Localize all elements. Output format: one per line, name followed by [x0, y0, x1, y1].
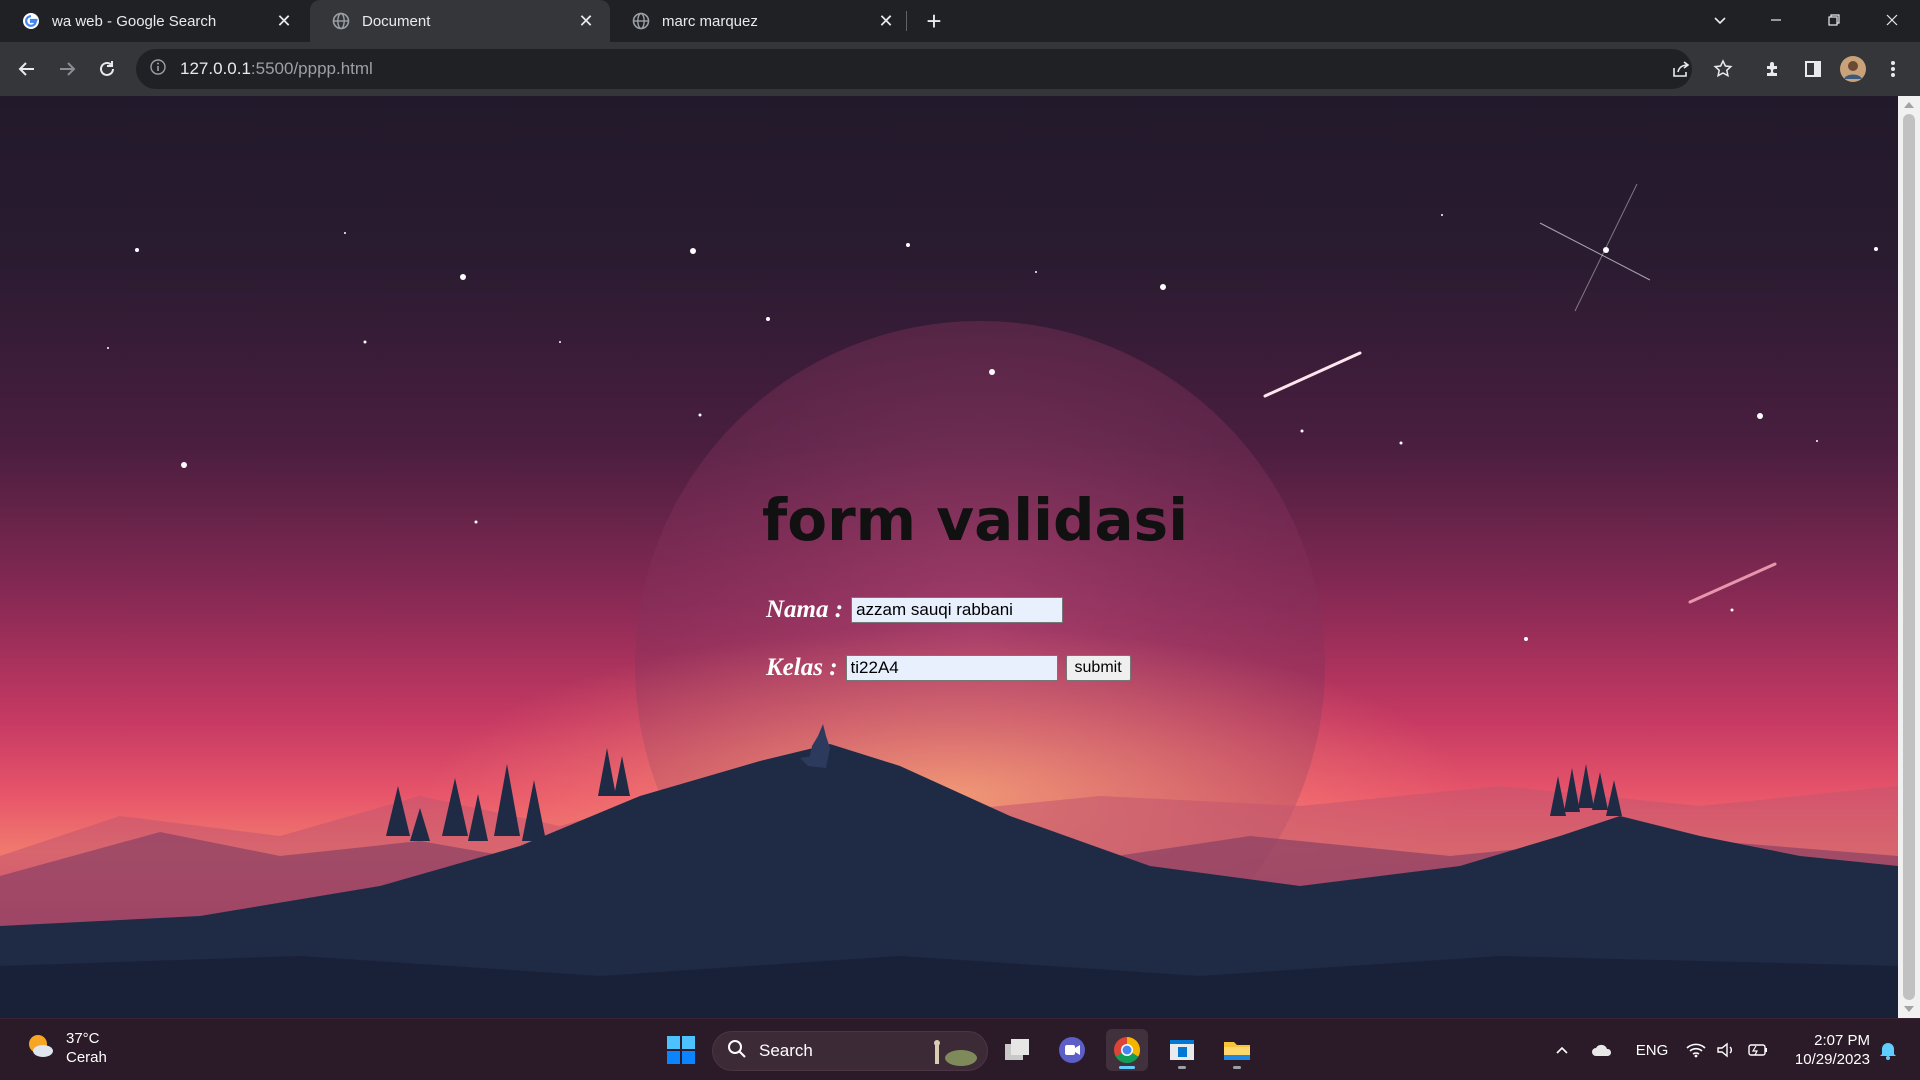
google-icon	[22, 12, 40, 30]
page-scrollbar[interactable]	[1898, 96, 1920, 1018]
minimize-button[interactable]	[1748, 0, 1804, 40]
notification-bell-icon[interactable]	[1876, 1035, 1900, 1065]
volume-icon[interactable]	[1714, 1035, 1738, 1065]
share-icon[interactable]	[1664, 49, 1698, 89]
kelas-input[interactable]	[845, 655, 1058, 681]
submit-button[interactable]: submit	[1065, 655, 1131, 681]
weather-temp: 37°C	[66, 1030, 100, 1047]
forward-button[interactable]	[50, 52, 84, 86]
folder-icon	[1224, 1042, 1250, 1060]
onedrive-cloud-icon[interactable]	[1588, 1035, 1616, 1065]
extensions-icon[interactable]	[1756, 52, 1790, 86]
nama-label: Nama :	[766, 596, 844, 623]
tab-title: marc marquez	[662, 12, 758, 30]
file-explorer-button[interactable]	[1216, 1029, 1258, 1071]
side-panel-icon[interactable]	[1796, 52, 1830, 86]
scroll-up-arrow-icon[interactable]	[1904, 102, 1914, 108]
close-tab-icon[interactable]: ✕	[576, 11, 596, 31]
address-bar[interactable]: 127.0.0.1:5500/pppp.html	[136, 49, 1692, 89]
chrome-taskbar-button[interactable]	[1106, 1029, 1148, 1071]
battery-icon[interactable]	[1744, 1035, 1772, 1065]
new-tab-button[interactable]: +	[918, 6, 950, 36]
info-icon[interactable]	[150, 58, 166, 80]
close-tab-icon[interactable]: ✕	[274, 11, 294, 31]
search-icon	[727, 1039, 747, 1064]
tab-title: Document	[362, 12, 431, 30]
url-text: 127.0.0.1:5500/pppp.html	[180, 59, 373, 79]
back-button[interactable]	[10, 52, 44, 86]
close-tab-icon[interactable]: ✕	[876, 11, 896, 31]
profile-avatar[interactable]	[1836, 52, 1870, 86]
teams-chat-button[interactable]	[1051, 1029, 1093, 1071]
close-window-button[interactable]	[1864, 0, 1920, 40]
kelas-label: Kelas :	[766, 654, 838, 681]
weather-desc: Cerah	[66, 1049, 107, 1066]
url-path: :5500/pppp.html	[250, 59, 373, 78]
windows-logo-icon	[667, 1036, 695, 1064]
tab-search-chevron-icon[interactable]	[1692, 0, 1748, 40]
url-host: 127.0.0.1	[180, 59, 251, 78]
tab-separator	[906, 11, 907, 31]
page-viewport: form validasi Nama : Kelas : submit	[0, 96, 1898, 1018]
scrollbar-thumb[interactable]	[1903, 114, 1915, 1000]
tab-document[interactable]: Document ✕	[310, 0, 610, 42]
clock-date: 10/29/2023	[1794, 1051, 1870, 1068]
search-label: Search	[759, 1041, 813, 1060]
restore-button[interactable]	[1806, 0, 1862, 40]
start-button[interactable]	[660, 1029, 702, 1071]
tab-marc-marquez[interactable]: marc marquez ✕	[610, 0, 910, 42]
form-container: form validasi Nama : Kelas : submit	[0, 96, 1898, 1018]
menu-kebab-icon[interactable]	[1876, 52, 1910, 86]
page-title: form validasi	[762, 486, 1189, 554]
tab-title: wa web - Google Search	[52, 12, 217, 30]
running-indicator	[1178, 1066, 1186, 1069]
taskbar-clock[interactable]: 2:07 PM 10/29/2023	[1786, 1031, 1870, 1069]
tab-strip: wa web - Google Search ✕ Document ✕ marc…	[0, 0, 1920, 42]
kelas-row: Kelas : submit	[766, 654, 1131, 682]
running-indicator	[1233, 1066, 1241, 1069]
globe-icon	[632, 12, 650, 30]
task-view-button[interactable]	[996, 1029, 1038, 1071]
clock-time: 2:07 PM	[1814, 1032, 1870, 1049]
windows-taskbar: 37°C Cerah Search ENG 2:07 PM 10/29/2023	[0, 1018, 1920, 1080]
search-highlight-icon	[925, 1036, 981, 1073]
reload-button[interactable]	[90, 52, 124, 86]
active-indicator	[1119, 1066, 1135, 1069]
nama-input[interactable]	[851, 597, 1064, 623]
nama-row: Nama :	[766, 596, 1064, 624]
wifi-icon[interactable]	[1684, 1035, 1708, 1065]
weather-widget[interactable]: 37°C Cerah	[24, 1029, 107, 1067]
taskbar-search-box[interactable]: Search	[712, 1031, 988, 1071]
globe-icon	[332, 12, 350, 30]
show-hidden-icons-chevron-icon[interactable]	[1550, 1035, 1574, 1065]
chrome-icon	[1114, 1037, 1141, 1064]
language-indicator[interactable]: ENG	[1632, 1035, 1672, 1065]
weather-sun-cloud-icon	[24, 1030, 56, 1067]
browser-toolbar: 127.0.0.1:5500/pppp.html	[0, 42, 1920, 96]
scroll-down-arrow-icon[interactable]	[1904, 1006, 1914, 1012]
bookmark-star-icon[interactable]	[1706, 49, 1740, 89]
tab-google-search[interactable]: wa web - Google Search ✕	[0, 0, 308, 42]
vscode-taskbar-button[interactable]	[1161, 1029, 1203, 1071]
